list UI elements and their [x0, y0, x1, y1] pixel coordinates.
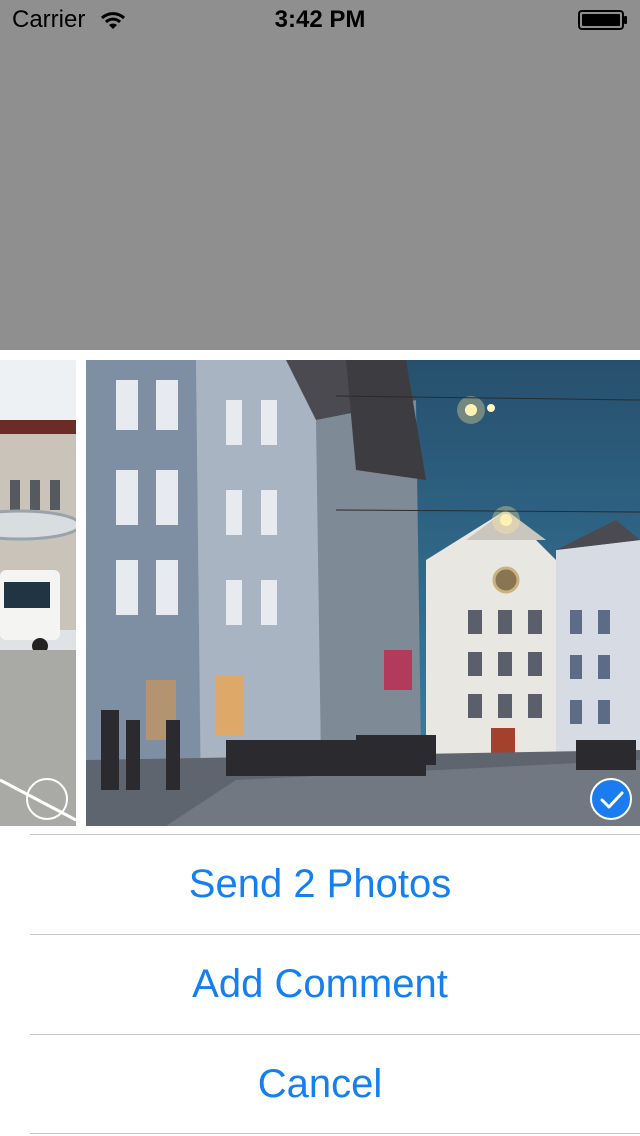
- unselected-circle-icon[interactable]: [26, 778, 68, 820]
- status-bar: Carrier 3:42 PM: [0, 0, 640, 40]
- action-list: Send 2 Photos Add Comment Cancel: [0, 834, 640, 1134]
- photo-action-sheet: Send 2 Photos Add Comment Cancel: [0, 350, 640, 1136]
- clock-label: 3:42 PM: [274, 6, 366, 33]
- screen: Carrier 3:42 PM Send 2 Photos Add Commen…: [0, 0, 640, 1136]
- checkmark-icon[interactable]: [590, 778, 632, 820]
- add-comment-button[interactable]: Add Comment: [0, 934, 640, 1034]
- battery-full-icon: [578, 10, 628, 30]
- town-square-photo[interactable]: [86, 360, 640, 826]
- bus-station-photo[interactable]: [0, 360, 76, 826]
- send-photos-button[interactable]: Send 2 Photos: [0, 834, 640, 934]
- photo-strip[interactable]: [0, 360, 640, 826]
- cancel-button[interactable]: Cancel: [0, 1034, 640, 1134]
